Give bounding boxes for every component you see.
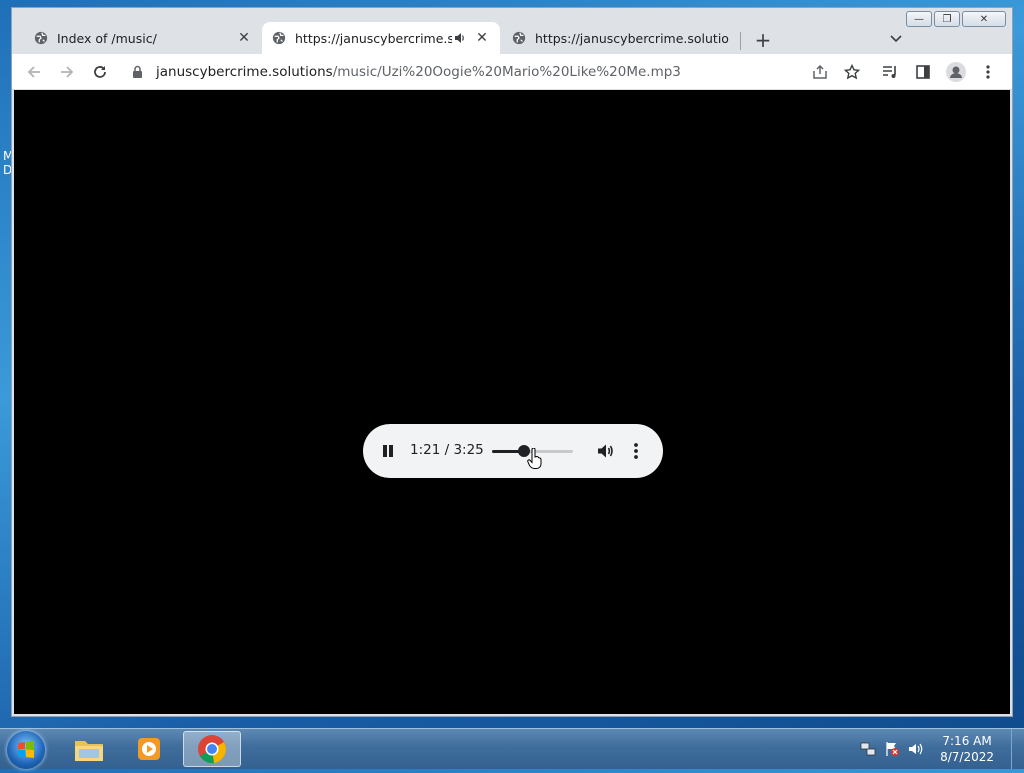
star-icon xyxy=(844,64,860,80)
tab-separator xyxy=(740,32,741,50)
browser-menu-button[interactable] xyxy=(978,62,998,82)
media-player-icon xyxy=(138,738,160,760)
tab-index-music[interactable]: Index of /music/ ✕ xyxy=(24,22,262,54)
reload-icon xyxy=(94,66,106,78)
folder-icon xyxy=(75,741,103,761)
taskbar-explorer[interactable] xyxy=(60,731,118,767)
side-panel-icon xyxy=(916,65,930,79)
page-content: 1:21 / 3:25 xyxy=(14,90,1010,714)
tab-title: https://januscybercrime.solutions/music/ xyxy=(535,30,730,46)
share-button[interactable] xyxy=(810,62,830,82)
volume-icon[interactable] xyxy=(596,442,614,460)
address-bar[interactable]: januscybercrime.solutions/music/Uzi%20Oo… xyxy=(124,58,854,86)
reload-button[interactable] xyxy=(90,62,110,82)
back-arrow-icon xyxy=(27,66,40,78)
media-controls-button[interactable] xyxy=(880,62,900,82)
close-tab-icon[interactable]: ✕ xyxy=(236,30,252,46)
taskbar: 7:16 AM 8/7/2022 xyxy=(0,728,1024,769)
player-more-options-icon[interactable] xyxy=(633,442,639,460)
taskbar-chrome[interactable] xyxy=(183,731,241,767)
url-host: januscybercrime.solutions xyxy=(156,64,333,80)
globe-icon xyxy=(272,31,286,45)
globe-icon xyxy=(34,31,48,45)
tab-audio-icon[interactable] xyxy=(452,32,468,44)
share-icon xyxy=(813,64,827,79)
start-button[interactable] xyxy=(7,731,45,769)
tab-mp3-active[interactable]: https://januscybercrime.solutions/music/… xyxy=(262,22,500,54)
profile-button[interactable] xyxy=(946,62,966,82)
side-panel-button[interactable] xyxy=(913,62,933,82)
speaker-volume-icon[interactable] xyxy=(908,741,924,757)
back-button[interactable] xyxy=(24,62,44,82)
lock-icon[interactable] xyxy=(132,65,146,79)
pause-button[interactable] xyxy=(381,443,395,459)
close-tab-icon[interactable]: ✕ xyxy=(474,30,490,46)
playlist-music-icon xyxy=(883,66,896,78)
tab-title: https://januscybercrime.solutions/music/… xyxy=(295,30,452,46)
clock[interactable]: 7:16 AM 8/7/2022 xyxy=(940,733,994,765)
action-center-flag-icon[interactable] xyxy=(884,741,900,757)
network-icon[interactable] xyxy=(860,741,876,757)
forward-arrow-icon xyxy=(61,66,74,78)
browser-toolbar: januscybercrime.solutions/music/Uzi%20Oo… xyxy=(12,54,1012,90)
new-tab-button[interactable]: + xyxy=(752,28,774,52)
clock-time: 7:16 AM xyxy=(942,734,992,748)
tab-search-chevron-icon[interactable] xyxy=(888,30,904,46)
windows-logo-icon xyxy=(18,741,34,758)
forward-button[interactable] xyxy=(57,62,77,82)
globe-icon xyxy=(512,31,526,45)
url-path: /music/Uzi%20Oogie%20Mario%20Like%20Me.m… xyxy=(332,64,681,80)
show-desktop-button[interactable] xyxy=(1011,729,1024,769)
hand-cursor-icon xyxy=(527,448,542,469)
tab-music-folder[interactable]: https://januscybercrime.solutions/music/ xyxy=(502,22,740,54)
chrome-icon xyxy=(198,735,226,764)
pause-icon xyxy=(383,445,387,457)
bookmark-button[interactable] xyxy=(842,62,862,82)
tab-title: Index of /music/ xyxy=(57,30,157,46)
kebab-menu-icon xyxy=(986,65,990,79)
browser-window: — ❐ ✕ Index of /music/ ✕ https://januscy… xyxy=(11,7,1013,717)
clock-date: 8/7/2022 xyxy=(940,750,994,764)
avatar-icon xyxy=(946,62,966,82)
time-display: 1:21 / 3:25 xyxy=(410,442,484,458)
tab-strip: Index of /music/ ✕ https://januscybercri… xyxy=(12,20,1012,54)
taskbar-media-player[interactable] xyxy=(120,731,178,767)
system-tray: 7:16 AM 8/7/2022 xyxy=(856,729,1024,769)
audio-player: 1:21 / 3:25 xyxy=(363,424,663,478)
